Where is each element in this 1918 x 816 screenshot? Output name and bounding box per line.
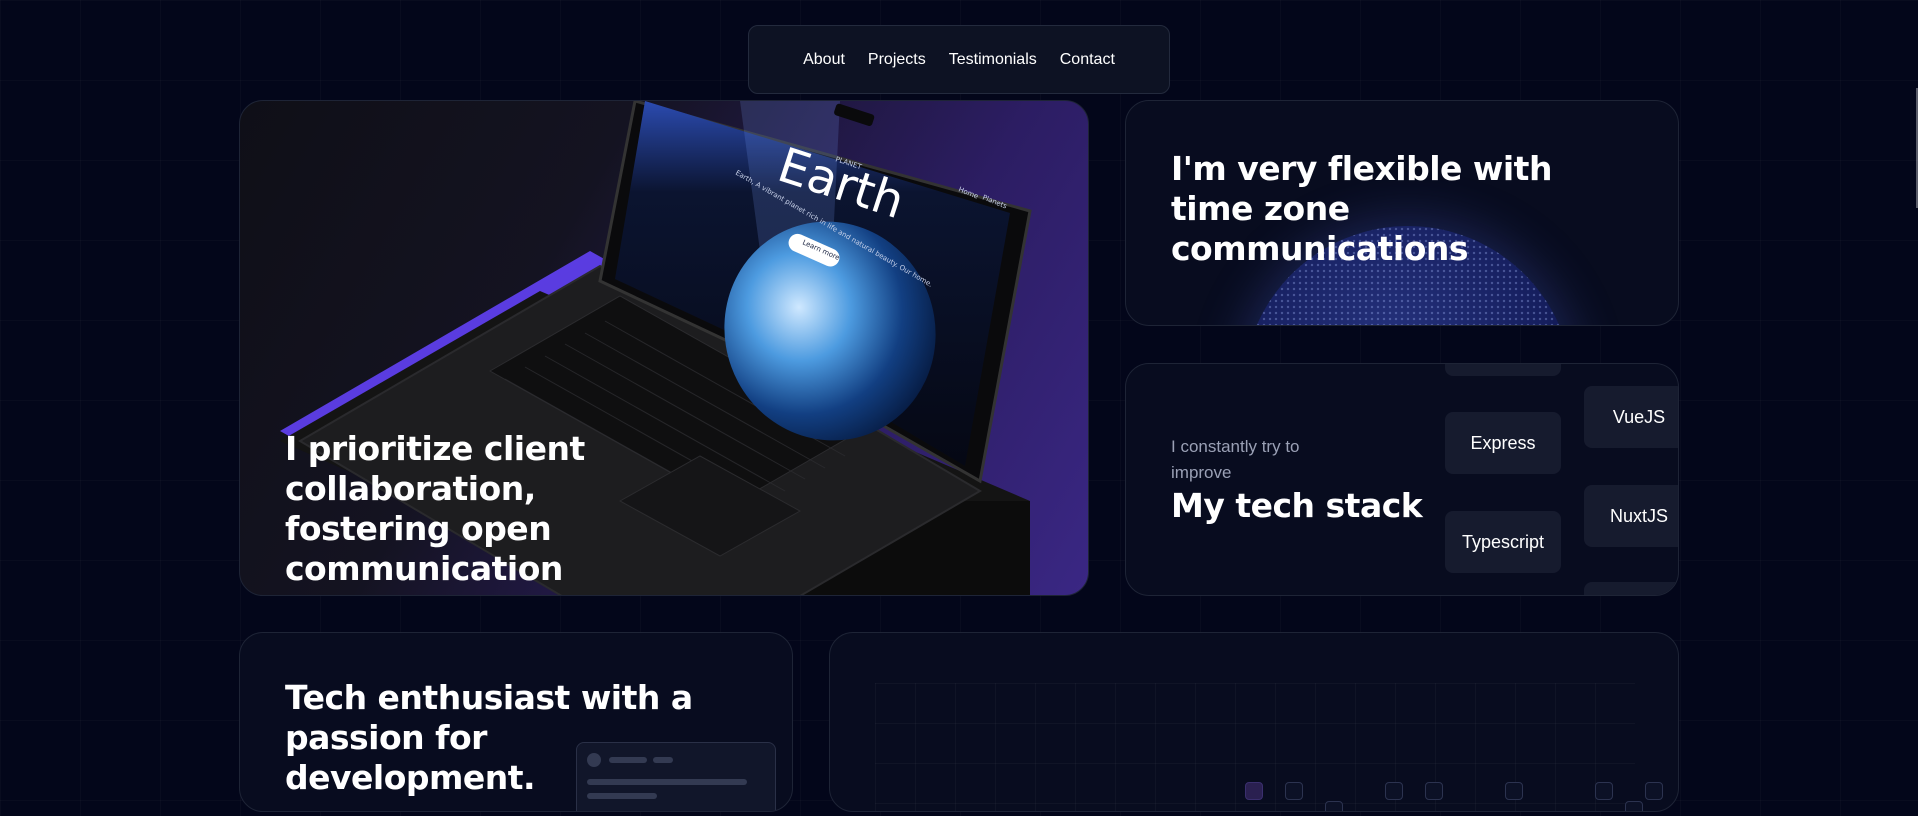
grid-showcase-card [829, 632, 1679, 812]
nav-item-about[interactable]: About [803, 51, 845, 69]
tech-pill-hidden-bottom [1584, 582, 1678, 595]
nav-item-testimonials[interactable]: Testimonials [949, 51, 1037, 69]
tech-stack-subtitle: I constantly try to improve [1171, 437, 1300, 482]
enthusiast-title: Tech enthusiast with a passion for devel… [285, 678, 693, 797]
collaboration-card: PLANET Earth Earth, A vibrant planet ric… [239, 100, 1089, 596]
tech-stack-title: My tech stack [1171, 486, 1423, 525]
grid-square [1625, 801, 1643, 811]
tech-pill-hidden [1445, 364, 1561, 376]
timezone-card: I'm very flexible with time zone communi… [1125, 100, 1679, 326]
tech-pill-vuejs: VueJS [1584, 386, 1678, 448]
grid-square [1385, 782, 1403, 800]
nav-item-contact[interactable]: Contact [1060, 51, 1115, 69]
enthusiast-card: Tech enthusiast with a passion for devel… [239, 632, 793, 812]
grid-square [1595, 782, 1613, 800]
grid-square [1425, 782, 1443, 800]
grid-square [1285, 782, 1303, 800]
grid-square [1245, 782, 1263, 800]
tech-pill-nuxtjs: NuxtJS [1584, 485, 1678, 547]
grid-square [1505, 782, 1523, 800]
hero-title: I prioritize client collaboration, foste… [285, 429, 585, 588]
tech-stack-card: I constantly try to improve My tech stac… [1125, 363, 1679, 596]
timezone-title: I'm very flexible with time zone communi… [1171, 149, 1552, 268]
grid-square [1325, 801, 1343, 811]
tech-pill-express: Express [1445, 412, 1561, 474]
tech-pill-typescript: Typescript [1445, 511, 1561, 573]
nav-item-projects[interactable]: Projects [868, 51, 926, 69]
grid-square [1645, 782, 1663, 800]
top-nav: About Projects Testimonials Contact [748, 25, 1170, 94]
